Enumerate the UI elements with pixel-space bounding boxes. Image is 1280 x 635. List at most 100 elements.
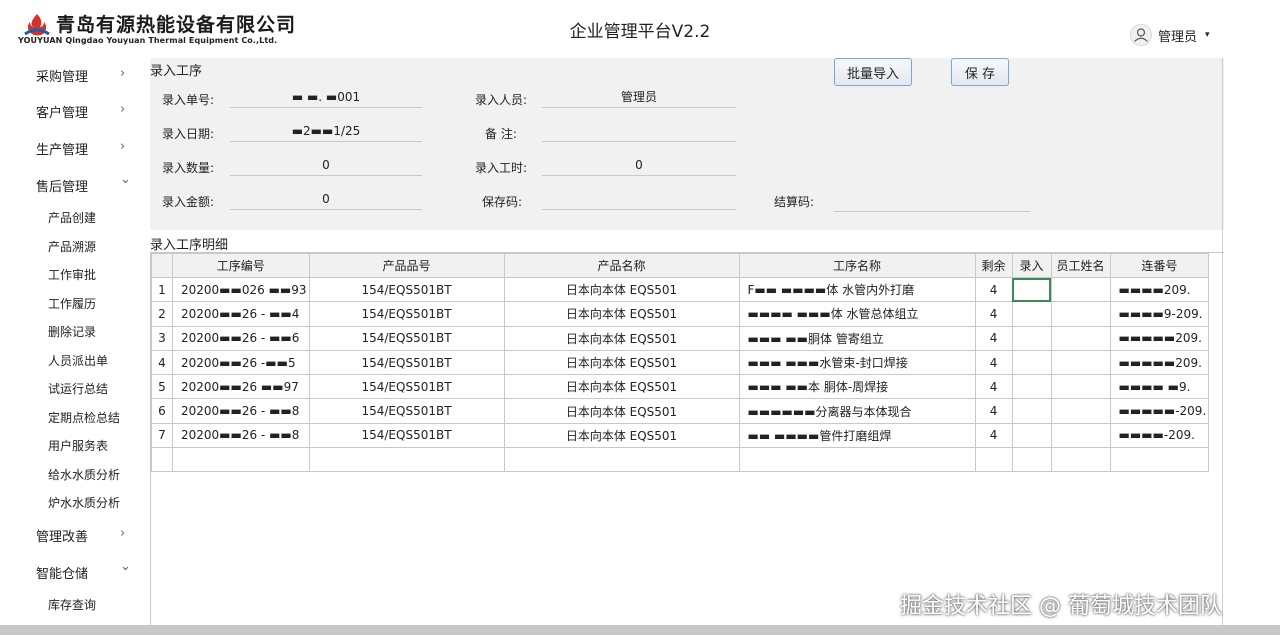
date-field[interactable]: ▬2▬▬1/25: [230, 122, 422, 142]
employee-cell[interactable]: [1050, 276, 1111, 303]
remaining-cell[interactable]: 4: [974, 276, 1013, 303]
table-row[interactable]: 3 20200▬▬26 - ▬▬6 154/EQS501BT 日本向本体 EQS…: [151, 325, 1210, 351]
product-code-cell[interactable]: 154/EQS501BT: [308, 398, 505, 424]
employee-cell[interactable]: [1050, 374, 1111, 400]
column-header-serial[interactable]: 连番号: [1109, 253, 1210, 278]
entry-cell[interactable]: [1011, 301, 1052, 327]
hours-field[interactable]: 0: [542, 156, 736, 176]
sidebar-item-dispatch-order[interactable]: 人员派出单: [48, 352, 108, 369]
process-name-cell[interactable]: ▬▬▬ ▬▬胴体 管寄组立: [738, 325, 976, 351]
table-row-empty[interactable]: [151, 447, 1210, 473]
entry-cell[interactable]: [1011, 374, 1052, 400]
serial-cell[interactable]: ▬▬▬▬-209.: [1109, 422, 1210, 449]
table-row[interactable]: 1 20200▬▬026 ▬▬93 154/EQS501BT 日本向本体 EQS…: [151, 276, 1210, 303]
process-no-cell[interactable]: 20200▬▬26 - ▬▬6: [172, 325, 310, 351]
process-no-cell[interactable]: 20200▬▬26 ▬▬97: [172, 374, 310, 400]
serial-cell[interactable]: ▬▬▬▬9-209.: [1109, 301, 1210, 327]
column-header-product-code[interactable]: 产品品号: [308, 253, 505, 278]
process-name-cell[interactable]: ▬▬▬▬ ▬▬▬体 水管总体组立: [738, 301, 976, 327]
process-no-cell[interactable]: 20200▬▬026 ▬▬93: [172, 276, 310, 303]
entry-cell[interactable]: [1011, 422, 1052, 449]
product-name-cell[interactable]: 日本向本体 EQS501: [503, 398, 740, 424]
employee-cell[interactable]: [1050, 325, 1111, 351]
person-field[interactable]: 管理员: [542, 88, 736, 108]
remaining-cell[interactable]: 4: [974, 398, 1013, 424]
serial-cell[interactable]: ▬▬▬▬▬209.: [1109, 349, 1210, 376]
horizontal-scrollbar[interactable]: [0, 625, 1280, 635]
remark-field[interactable]: [542, 122, 736, 142]
sidebar-item-delete-record[interactable]: 删除记录: [48, 323, 96, 340]
sidebar-item-product-create[interactable]: 产品创建: [48, 209, 96, 226]
sidebar-group-production[interactable]: 生产管理: [36, 139, 88, 158]
sidebar-item-feedwater-analysis[interactable]: 给水水质分析: [48, 466, 120, 483]
sidebar-group-improvement[interactable]: 管理改善: [36, 526, 88, 545]
remaining-cell[interactable]: 4: [974, 325, 1013, 351]
column-header-process-no[interactable]: 工序编号: [172, 253, 310, 278]
qty-field[interactable]: 0: [230, 156, 422, 176]
product-name-cell[interactable]: 日本向本体 EQS501: [503, 301, 740, 327]
employee-cell[interactable]: [1050, 301, 1111, 327]
table-row[interactable]: 6 20200▬▬26 - ▬▬8 154/EQS501BT 日本向本体 EQS…: [151, 398, 1210, 424]
entry-cell[interactable]: [1011, 325, 1052, 351]
product-name-cell[interactable]: 日本向本体 EQS501: [503, 349, 740, 376]
entry-cell[interactable]: [1011, 349, 1052, 376]
remaining-cell[interactable]: 4: [974, 422, 1013, 449]
batch-import-button[interactable]: 批量导入: [834, 58, 912, 86]
process-name-cell[interactable]: ▬▬▬▬▬▬分离器与本体现合: [738, 398, 976, 424]
sidebar-group-purchase[interactable]: 采购管理: [36, 66, 88, 85]
product-code-cell[interactable]: 154/EQS501BT: [308, 276, 505, 303]
product-name-cell[interactable]: 日本向本体 EQS501: [503, 276, 740, 303]
table-row[interactable]: 4 20200▬▬26 -▬▬5 154/EQS501BT 日本向本体 EQS5…: [151, 349, 1210, 376]
amount-field[interactable]: 0: [230, 190, 422, 210]
process-name-cell[interactable]: ▬▬▬ ▬▬▬水管束-封口焊接: [738, 349, 976, 376]
process-no-cell[interactable]: 20200▬▬26 - ▬▬8: [172, 422, 310, 449]
user-menu[interactable]: 管理员 ▾: [1130, 22, 1210, 48]
employee-cell[interactable]: [1050, 422, 1111, 449]
sidebar-item-trial-summary[interactable]: 试运行总结: [48, 380, 108, 397]
sidebar-group-after-sales[interactable]: 售后管理: [36, 176, 88, 195]
process-no-cell[interactable]: 20200▬▬26 - ▬▬4: [172, 301, 310, 327]
remaining-cell[interactable]: 4: [974, 349, 1013, 376]
column-header-process-name[interactable]: 工序名称: [738, 253, 976, 278]
sidebar-item-user-service[interactable]: 用户服务表: [48, 437, 108, 454]
product-code-cell[interactable]: 154/EQS501BT: [308, 301, 505, 327]
keep-code-field[interactable]: [542, 190, 736, 210]
sidebar-item-boilerwater-analysis[interactable]: 炉水水质分析: [48, 494, 120, 511]
sidebar-item-product-trace[interactable]: 产品溯源: [48, 238, 96, 255]
sidebar-item-work-approval[interactable]: 工作审批: [48, 266, 96, 283]
employee-cell[interactable]: [1050, 398, 1111, 424]
settle-code-field[interactable]: [834, 192, 1030, 212]
order-no-field[interactable]: ▬ ▬. ▬001: [230, 88, 422, 108]
column-header-employee[interactable]: 员工姓名: [1050, 253, 1111, 278]
column-header-remaining[interactable]: 剩余: [974, 253, 1013, 278]
product-code-cell[interactable]: 154/EQS501BT: [308, 349, 505, 376]
table-row[interactable]: 5 20200▬▬26 ▬▬97 154/EQS501BT 日本向本体 EQS5…: [151, 374, 1210, 400]
product-code-cell[interactable]: 154/EQS501BT: [308, 422, 505, 449]
process-name-cell[interactable]: ▬▬ ▬▬▬▬管件打磨组焊: [738, 422, 976, 449]
employee-cell[interactable]: [1050, 349, 1111, 376]
remaining-cell[interactable]: 4: [974, 374, 1013, 400]
process-no-cell[interactable]: 20200▬▬26 - ▬▬8: [172, 398, 310, 424]
column-header-product-name[interactable]: 产品名称: [503, 253, 740, 278]
product-code-cell[interactable]: 154/EQS501BT: [308, 325, 505, 351]
process-no-cell[interactable]: 20200▬▬26 -▬▬5: [172, 349, 310, 376]
product-name-cell[interactable]: 日本向本体 EQS501: [503, 374, 740, 400]
serial-cell[interactable]: ▬▬▬▬▬-209.: [1109, 398, 1210, 424]
sidebar-item-stock-query[interactable]: 库存查询: [48, 596, 96, 613]
product-name-cell[interactable]: 日本向本体 EQS501: [503, 325, 740, 351]
entry-cell[interactable]: [1011, 398, 1052, 424]
process-name-cell[interactable]: ▬▬▬ ▬▬本 胴体-周焊接: [738, 374, 976, 400]
table-row[interactable]: 2 20200▬▬26 - ▬▬4 154/EQS501BT 日本向本体 EQS…: [151, 301, 1210, 327]
table-row[interactable]: 7 20200▬▬26 - ▬▬8 154/EQS501BT 日本向本体 EQS…: [151, 422, 1210, 449]
sidebar-group-warehouse[interactable]: 智能仓储: [36, 563, 88, 582]
serial-cell[interactable]: ▬▬▬▬ ▬9.: [1109, 374, 1210, 400]
entry-cell[interactable]: [1011, 276, 1052, 303]
process-name-cell[interactable]: F▬▬ ▬▬▬▬体 水管内外打磨: [738, 276, 976, 303]
serial-cell[interactable]: ▬▬▬▬209.: [1109, 276, 1210, 303]
product-name-cell[interactable]: 日本向本体 EQS501: [503, 422, 740, 449]
column-header-entry[interactable]: 录入: [1011, 253, 1052, 278]
sidebar-item-inspection-summary[interactable]: 定期点检总结: [48, 409, 120, 426]
remaining-cell[interactable]: 4: [974, 301, 1013, 327]
sidebar-item-work-history[interactable]: 工作履历: [48, 295, 96, 312]
sidebar-group-customer[interactable]: 客户管理: [36, 102, 88, 121]
